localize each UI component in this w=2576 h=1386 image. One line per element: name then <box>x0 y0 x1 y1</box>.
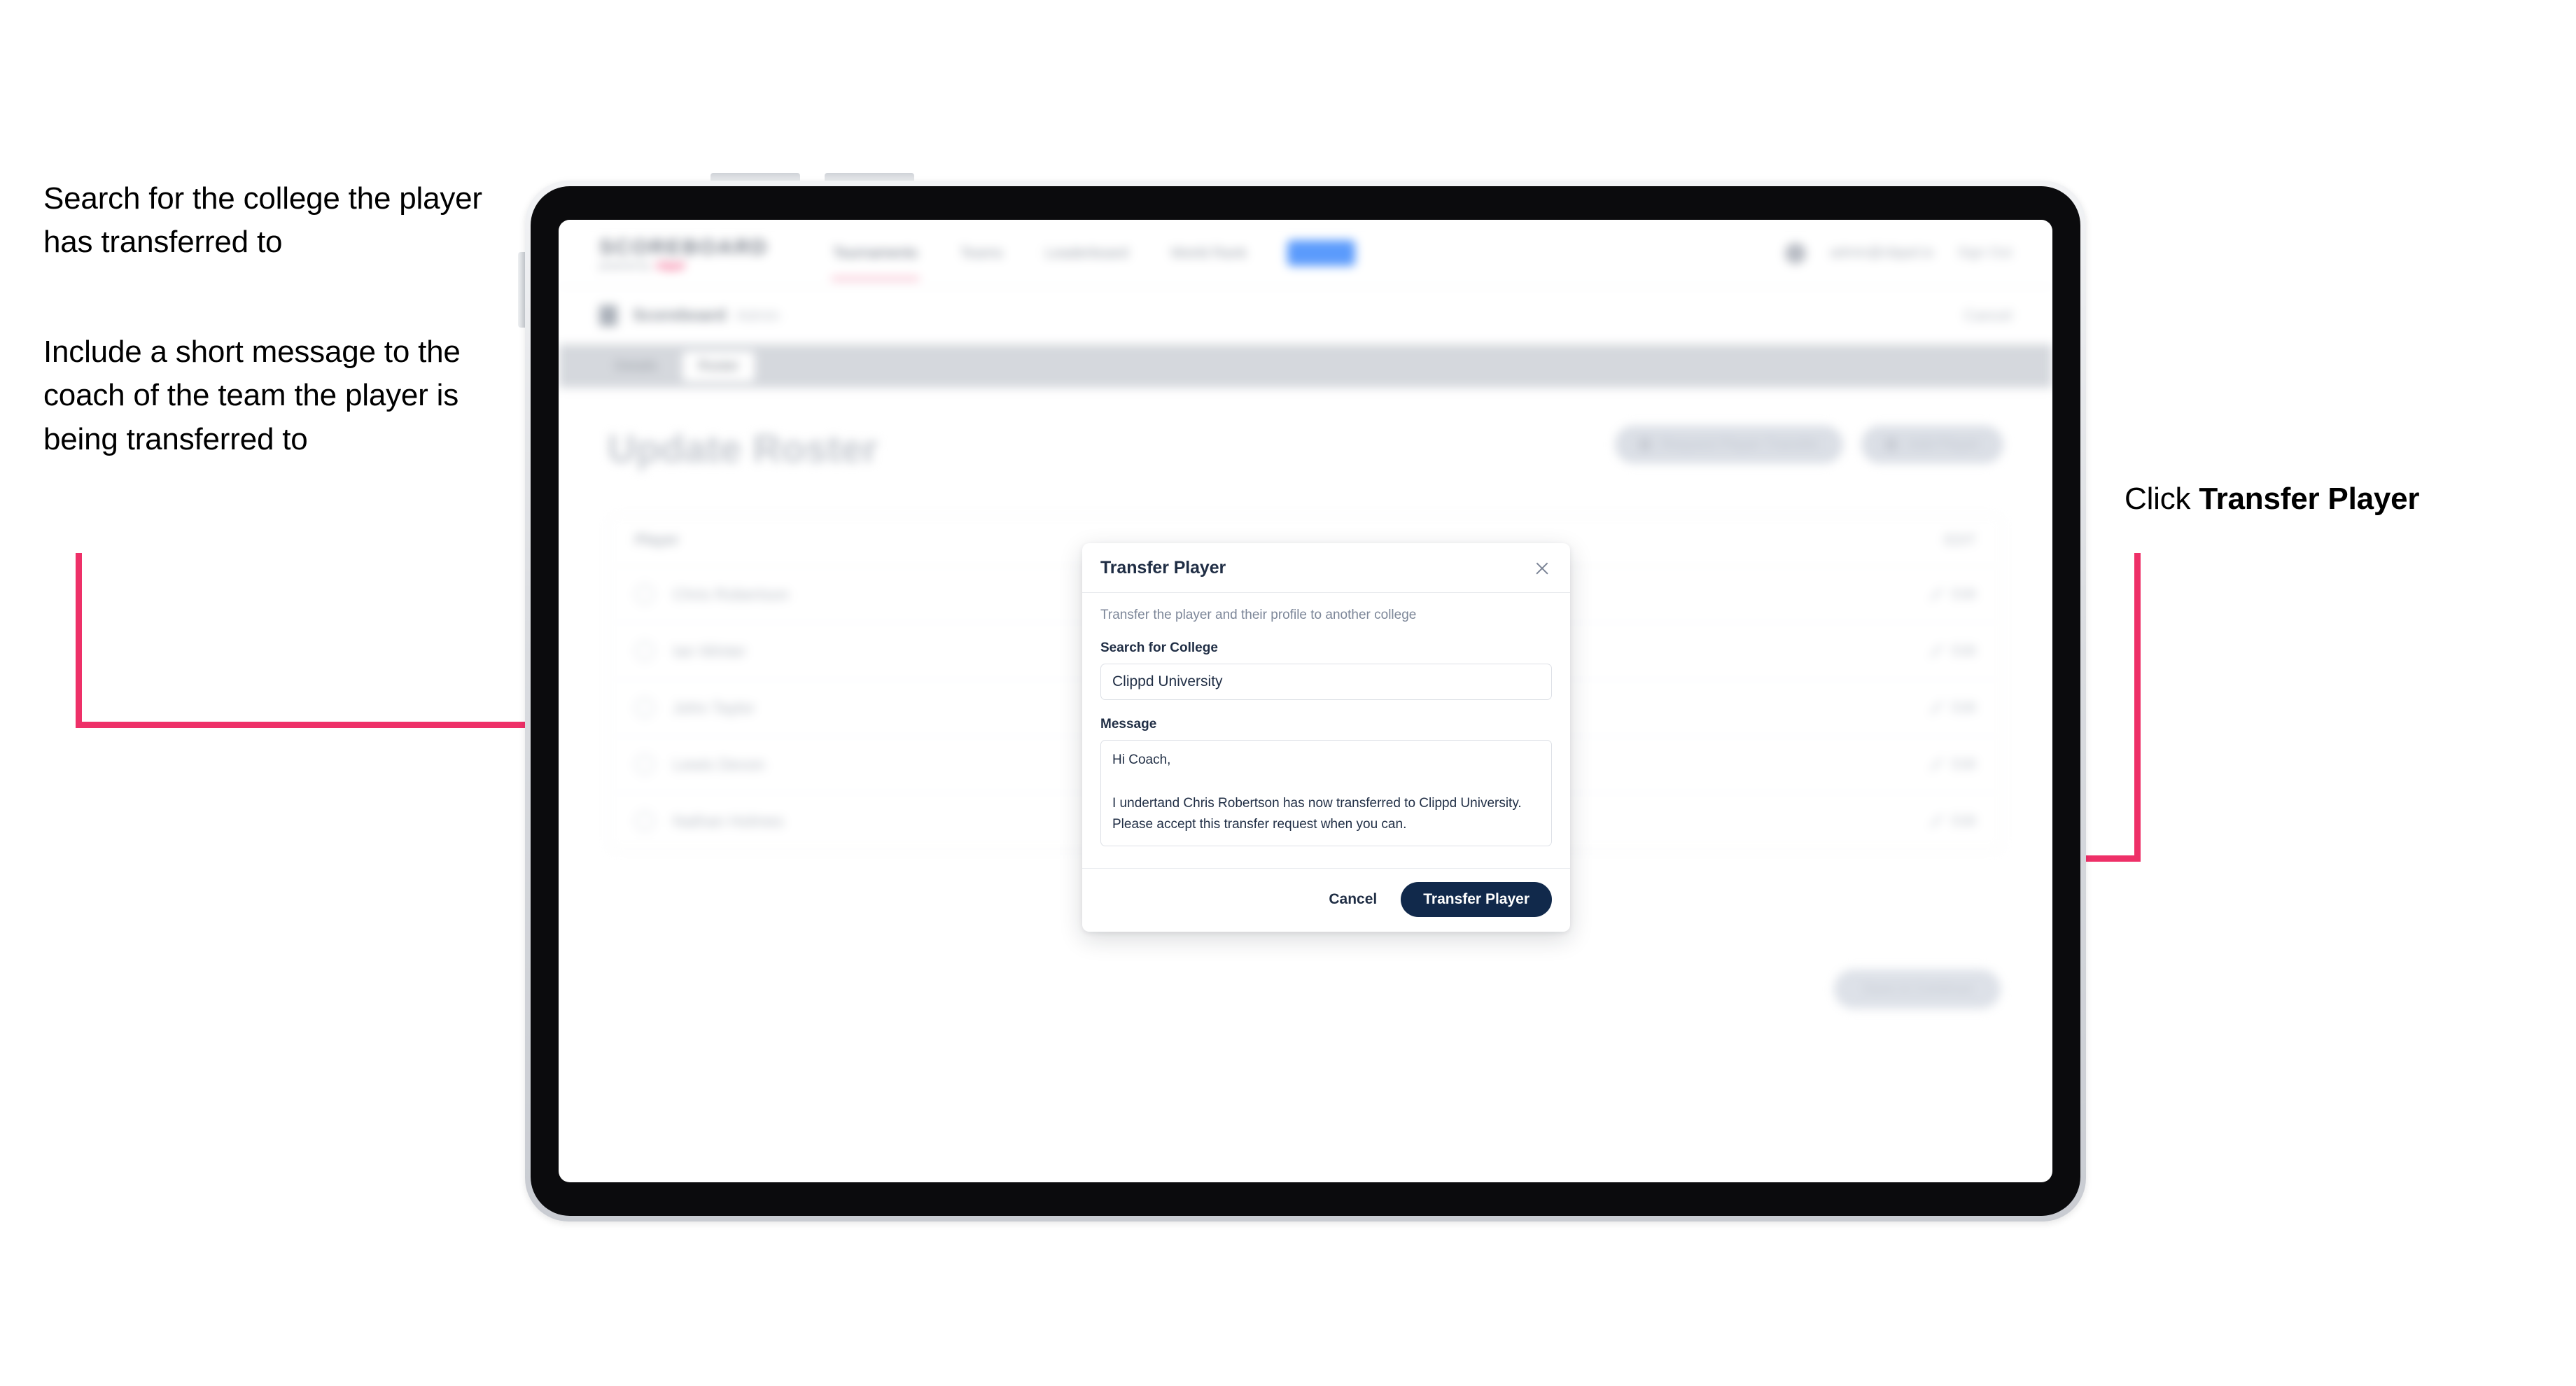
nav-link-teams[interactable]: Teams <box>958 227 1004 280</box>
brand-sub-mark: clippd <box>655 259 685 271</box>
row-checkbox[interactable] <box>635 811 654 831</box>
dialog-header: Transfer Player <box>1082 543 1570 593</box>
search-college-input[interactable] <box>1100 664 1552 700</box>
row-edit-button[interactable]: Edit <box>1929 643 1976 659</box>
row-edit-button[interactable]: Edit <box>1929 586 1976 603</box>
nav-user-email: admin@clippd.io <box>1830 245 1934 260</box>
nav-links: Tournaments Teams Leaderboard World Rank… <box>831 227 1356 280</box>
footer-actions: Save & Continue <box>608 969 2003 1009</box>
dialog-body: Transfer the player and their profile to… <box>1082 593 1570 868</box>
brand-logo[interactable]: SCOREBOARD powered by clippd <box>599 236 769 271</box>
sub-header-subtitle: Admin <box>736 306 780 324</box>
row-edit-button[interactable]: Edit <box>1929 699 1976 716</box>
row-edit-button[interactable]: Edit <box>1929 813 1976 830</box>
tab-roster[interactable]: Roster <box>682 351 755 382</box>
pencil-icon <box>1929 701 1944 715</box>
avatar[interactable] <box>1785 242 1807 264</box>
row-checkbox[interactable] <box>635 584 654 604</box>
row-checkbox[interactable] <box>635 641 654 661</box>
brand-subtitle: powered by clippd <box>599 260 769 271</box>
roster-header-edit: EDIT <box>1944 532 1976 548</box>
scoreboard-icon <box>599 304 617 326</box>
dialog-title: Transfer Player <box>1100 558 1226 578</box>
annotation-search-college: Search for the college the player has tr… <box>43 181 482 260</box>
nav-pill-admin[interactable]: Admin <box>1287 240 1356 266</box>
row-checkbox[interactable] <box>635 698 654 718</box>
pencil-icon <box>1929 644 1944 658</box>
row-edit-label: Edit <box>1952 586 1976 602</box>
navbar: SCOREBOARD powered by clippd Tournaments… <box>559 220 2052 287</box>
player-name: Nathan Holmes <box>673 811 784 830</box>
field-spacer <box>1100 700 1552 717</box>
tab-details[interactable]: Details <box>599 351 673 382</box>
player-name: Lewis Devon <box>673 755 765 774</box>
add-player-label: Add Player <box>1907 436 1980 452</box>
row-edit-button[interactable]: Edit <box>1929 756 1976 773</box>
tablet-screen: SCOREBOARD powered by clippd Tournaments… <box>559 220 2052 1182</box>
player-name: John Taylor <box>673 698 755 717</box>
sub-header: Scoreboard Admin Cancel <box>559 287 2052 344</box>
nav-link-leaderboard[interactable]: Leaderboard <box>1044 227 1130 280</box>
sign-out-button[interactable]: Sign Out <box>1957 245 2012 261</box>
message-textarea[interactable] <box>1100 740 1552 846</box>
annotation-arrow-left-vertical <box>76 553 82 728</box>
annotation-click-transfer-player: Click Transfer Player <box>2124 477 2516 521</box>
transfer-player-dialog: Transfer Player Transfer the player and … <box>1082 543 1570 932</box>
annotation-prefix: Click <box>2124 482 2199 516</box>
dialog-description: Transfer the player and their profile to… <box>1100 608 1417 622</box>
dialog-footer: Cancel Transfer Player <box>1082 868 1570 932</box>
request-player-transfer-button[interactable]: Request Player Transfer <box>1614 426 1844 463</box>
tabs-bar: Details Roster <box>559 344 2052 388</box>
close-icon[interactable] <box>1532 559 1552 578</box>
brand-sub-prefix: powered by <box>599 259 650 271</box>
navbar-right: admin@clippd.io Sign Out <box>1785 242 2012 264</box>
cancel-button[interactable]: Cancel <box>1324 884 1381 915</box>
sub-header-cancel-button[interactable]: Cancel <box>1964 307 2012 325</box>
pencil-icon <box>1929 587 1944 601</box>
row-edit-label: Edit <box>1952 813 1976 829</box>
row-edit-label: Edit <box>1952 756 1976 772</box>
player-name: Ian Winter <box>673 641 746 660</box>
transfer-player-submit-button[interactable]: Transfer Player <box>1401 882 1552 917</box>
row-edit-label: Edit <box>1952 643 1976 659</box>
message-label: Message <box>1100 717 1157 732</box>
brand-name: SCOREBOARD <box>599 235 769 259</box>
nav-link-tournaments[interactable]: Tournaments <box>831 227 920 280</box>
search-college-label: Search for College <box>1100 640 1218 655</box>
annotation-emphasis: Transfer Player <box>2199 482 2420 516</box>
pencil-icon <box>1929 814 1944 828</box>
annotation-arrow-right-vertical <box>2134 553 2141 861</box>
add-player-button[interactable]: Add Player <box>1861 426 2003 463</box>
nav-link-world-rank[interactable]: World Rank <box>1169 227 1248 280</box>
player-name: Chris Robertson <box>673 584 790 603</box>
annotation-include-message: Include a short message to the coach of … <box>43 335 461 456</box>
roster-header-player: Player <box>635 532 680 548</box>
plus-icon <box>1885 438 1898 451</box>
sub-header-title: Scoreboard <box>633 305 727 325</box>
pencil-icon <box>1929 757 1944 771</box>
save-continue-button[interactable]: Save & Continue <box>1834 969 2001 1009</box>
tablet-bezel: SCOREBOARD powered by clippd Tournaments… <box>531 186 2080 1216</box>
row-checkbox[interactable] <box>635 755 654 774</box>
request-player-transfer-label: Request Player Transfer <box>1660 436 1820 452</box>
row-edit-label: Edit <box>1952 699 1976 715</box>
page-actions: Request Player Transfer Add Player <box>1614 426 2003 463</box>
tablet-device-frame: SCOREBOARD powered by clippd Tournaments… <box>525 181 2086 1222</box>
transfer-icon <box>1638 438 1651 451</box>
